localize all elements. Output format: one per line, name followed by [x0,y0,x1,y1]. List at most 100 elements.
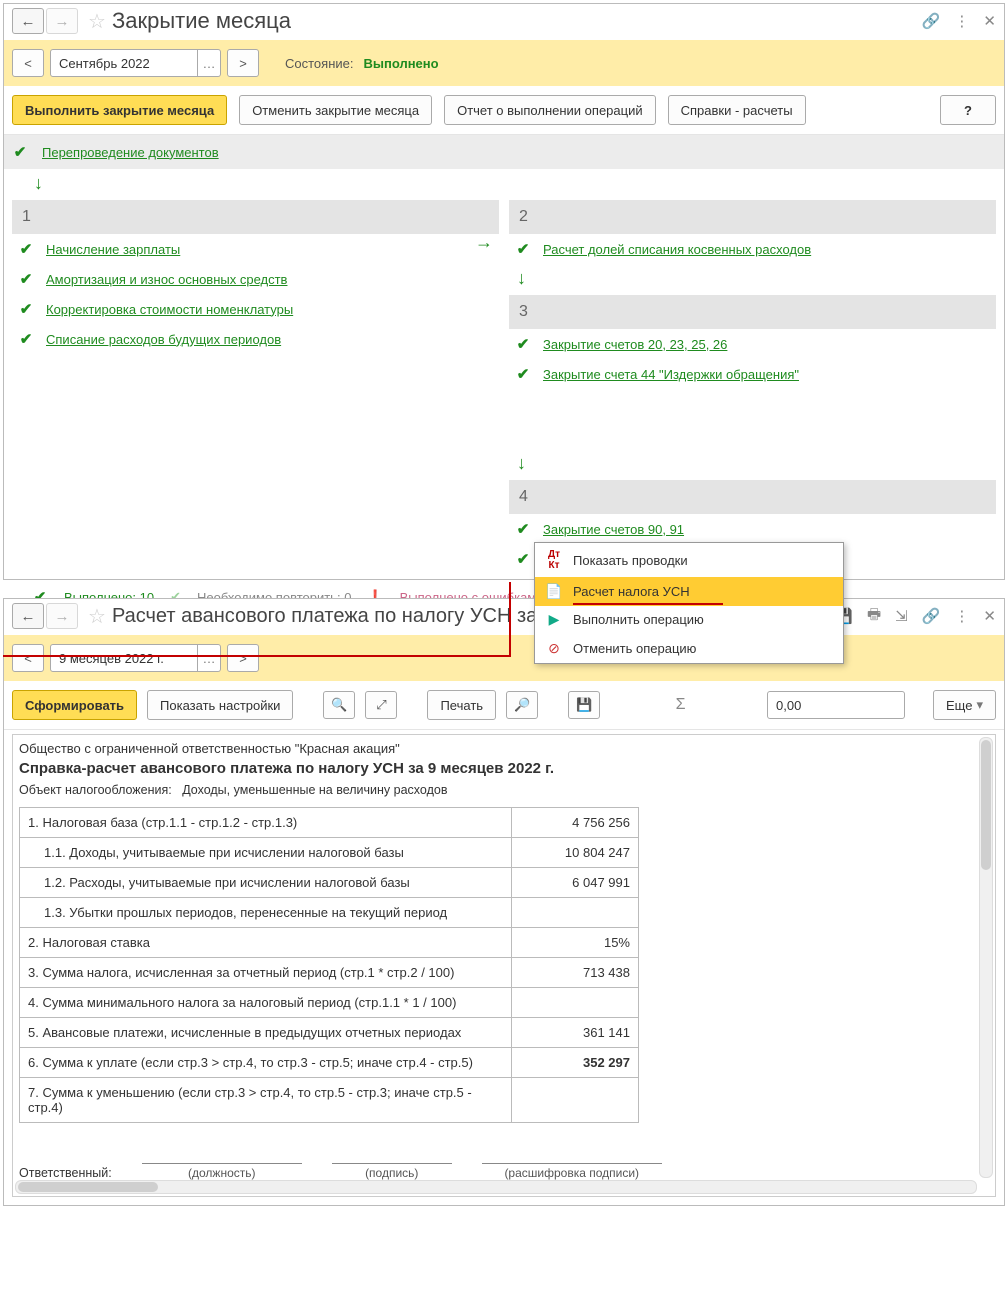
show-settings-button[interactable]: Показать настройки [147,690,293,720]
connector-line [509,582,511,657]
nav-back-button[interactable]: ← [12,8,44,34]
ctx-show-postings[interactable]: ДтКтПоказать проводки [535,543,843,577]
check-icon: ✔ [12,143,28,161]
signature-blank [142,1149,302,1164]
operation-link[interactable]: Закрытие счета 44 "Издержки обращения" [543,367,799,382]
stage-4-header: 4 [509,480,996,514]
help-button[interactable]: ? [940,95,996,125]
find-button[interactable]: 🔍 [323,691,355,719]
chevron-down-icon: ▾ [976,697,983,713]
period-next-button[interactable]: > [227,644,259,672]
check-icon: ✔ [18,240,34,258]
report-area: Общество с ограниченной ответственностью… [12,734,996,1197]
scrollbar-thumb[interactable] [18,1182,158,1192]
connector-line [3,655,511,657]
table-row: 7. Сумма к уменьшению (если стр.3 > стр.… [20,1078,639,1123]
save-button[interactable]: 💾 [568,691,600,719]
export-icon[interactable]: ⇲ [895,607,908,625]
close-icon[interactable]: ✕ [983,12,996,30]
operation-link[interactable]: Расчет долей списания косвенных расходов [543,242,811,257]
operation-link[interactable]: Закрытие счетов 90, 91 [543,522,684,537]
postings-icon: ДтКт [545,549,563,571]
down-arrow-icon: ↓ [517,268,526,288]
operations-report-button[interactable]: Отчет о выполнении операций [444,95,656,125]
check-icon: ✔ [515,240,531,258]
state-caption: Состояние: [285,56,353,71]
operation-link[interactable]: Корректировка стоимости номенклатуры [46,302,293,317]
more-vertical-icon[interactable]: ⋮ [954,607,969,625]
ctx-run-operation[interactable]: ▶Выполнить операцию [535,605,843,634]
table-row: 6. Сумма к уплате (если стр.3 > стр.4, т… [20,1048,639,1078]
period-picker-button[interactable]: … [198,644,221,672]
table-row: 5. Авансовые платежи, исчисленные в пред… [20,1018,639,1048]
period-picker-button[interactable]: … [198,49,221,77]
operation-link[interactable]: Закрытие счетов 20, 23, 25, 26 [543,337,727,352]
signature-blank [482,1149,662,1164]
document-icon: 📄 [545,583,563,600]
signature-caption: (подпись) [332,1166,452,1180]
horizontal-scrollbar[interactable] [15,1180,977,1194]
check-icon: ✔ [515,520,531,538]
check-icon: ✔ [18,270,34,288]
period-field[interactable]: 9 месяцев 2022 г. [50,644,198,672]
cancel-icon: ⊘ [545,640,563,657]
link-icon[interactable]: 🔗 [922,12,941,30]
favorite-star-icon[interactable]: ☆ [88,604,106,629]
ctx-cancel-operation[interactable]: ⊘Отменить операцию [535,634,843,663]
scrollbar-thumb[interactable] [981,740,991,870]
ctx-tax-calc[interactable]: 📄Расчет налога УСН [535,577,843,606]
close-icon[interactable]: ✕ [983,607,996,625]
table-row: 3. Сумма налога, исчисленная за отчетный… [20,958,639,988]
nav-forward-button[interactable]: → [46,603,78,629]
operation-link[interactable]: Начисление зарплаты [46,242,180,257]
sum-field[interactable]: 0,00 [767,691,905,719]
run-close-month-button[interactable]: Выполнить закрытие месяца [12,95,227,125]
check-icon: ✔ [515,550,531,568]
table-row: 1.1. Доходы, учитываемые при исчислении … [20,838,639,868]
right-arrow-icon: → [475,232,493,253]
operation-link[interactable]: Списание расходов будущих периодов [46,332,281,347]
check-icon: ✔ [515,335,531,353]
references-button[interactable]: Справки - расчеты [668,95,806,125]
tax-object-label: Объект налогообложения: [19,783,172,797]
report-title: Справка-расчет авансового платежа по нал… [19,758,989,779]
more-vertical-icon[interactable]: ⋮ [954,12,969,30]
table-row: 1.3. Убытки прошлых периодов, перенесенн… [20,898,639,928]
more-button[interactable]: Еще ▾ [933,690,996,720]
nav-forward-button[interactable]: → [46,8,78,34]
down-arrow-icon: ↓ [517,453,526,473]
check-icon: ✔ [18,300,34,318]
table-row: 1. Налоговая база (стр.1.1 - стр.1.2 - с… [20,808,639,838]
print-button[interactable]: Печать [427,690,496,720]
print-icon[interactable]: 🖶 [867,604,881,629]
period-field[interactable]: Сентябрь 2022 [50,49,198,77]
nav-back-button[interactable]: ← [12,603,44,629]
table-row: 1.2. Расходы, учитываемые при исчислении… [20,868,639,898]
preview-button[interactable]: 🔎 [506,691,538,719]
stage-2-header: 2 [509,200,996,234]
vertical-scrollbar[interactable] [979,737,993,1178]
table-row: 2. Налоговая ставка15% [20,928,639,958]
state-value: Выполнено [363,56,438,71]
down-arrow-icon: ↓ [34,173,43,193]
period-prev-button[interactable]: < [12,49,44,77]
form-report-button[interactable]: Сформировать [12,690,137,720]
responsible-label: Ответственный: [19,1166,112,1180]
repost-documents-link[interactable]: Перепроведение документов [42,145,219,160]
cancel-close-month-button[interactable]: Отменить закрытие месяца [239,95,432,125]
run-icon: ▶ [545,611,563,628]
period-prev-button[interactable]: < [12,644,44,672]
signature-caption: (должность) [142,1166,302,1180]
link-icon[interactable]: 🔗 [922,607,941,625]
favorite-star-icon[interactable]: ☆ [88,9,106,34]
operation-link[interactable]: Амортизация и износ основных средств [46,272,287,287]
check-icon: ✔ [18,330,34,348]
context-menu: ДтКтПоказать проводки 📄Расчет налога УСН… [534,542,844,664]
expand-button[interactable]: ⤢ [365,691,397,719]
sum-icon: Σ [676,696,686,714]
window-title: Закрытие месяца [112,8,291,34]
stage-3-header: 3 [509,295,996,329]
signature-blank [332,1149,452,1164]
signature-caption: (расшифровка подписи) [482,1166,662,1180]
period-next-button[interactable]: > [227,49,259,77]
